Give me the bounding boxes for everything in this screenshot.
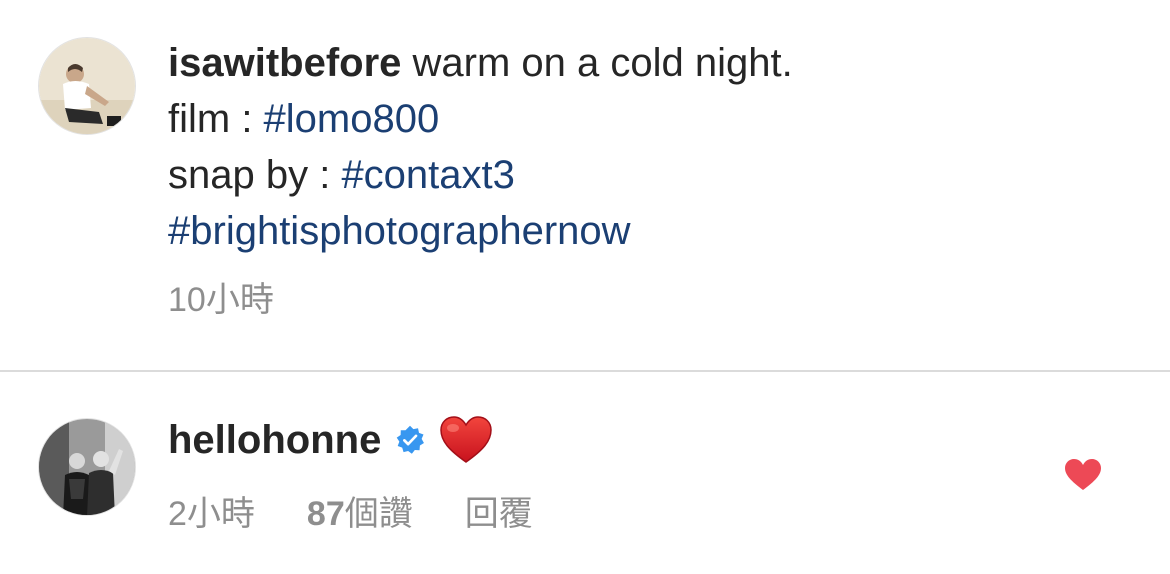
caption-line-2: film : #lomo800	[168, 91, 793, 147]
comment-likes[interactable]: 87個讚	[307, 494, 413, 534]
comment-username[interactable]: hellohonne	[168, 412, 381, 468]
profile-photo-icon	[39, 38, 135, 134]
caption-line-3: snap by : #contaxt3	[168, 147, 793, 203]
comment-row: hellohonne 2小時 87個讚 回覆	[0, 372, 1170, 574]
heart-filled-icon[interactable]	[1064, 458, 1102, 492]
caption-text: isawitbefore warm on a cold night. film …	[168, 35, 793, 259]
likes-count: 87	[306, 495, 345, 533]
caption-meta: 10小時	[168, 280, 274, 320]
likes-unit: 個讚	[344, 495, 413, 533]
profile-photo-icon	[39, 419, 135, 515]
caption-timestamp: 10小時	[168, 281, 274, 319]
reply-button[interactable]: 回覆	[465, 494, 533, 534]
verified-badge-icon	[397, 425, 425, 454]
red-heart-emoji-icon	[440, 416, 493, 463]
comment-avatar[interactable]	[38, 418, 136, 516]
snap-label: snap by :	[168, 153, 342, 197]
caption-line-4: #brightisphotographernow	[168, 203, 793, 259]
caption-block: isawitbefore warm on a cold night. film …	[0, 0, 1170, 370]
film-label: film :	[168, 97, 264, 141]
caption-avatar[interactable]	[38, 37, 136, 135]
caption-line-1: isawitbefore warm on a cold night.	[168, 35, 793, 91]
hashtag-contaxt3[interactable]: #contaxt3	[341, 153, 514, 197]
caption-body-text: warm on a cold night.	[401, 41, 793, 85]
comment-meta: 2小時 87個讚 回覆	[168, 494, 585, 534]
hashtag-brightisphotographernow[interactable]: #brightisphotographernow	[168, 209, 631, 253]
comment-timestamp: 2小時	[168, 495, 255, 533]
comment-content-line: hellohonne	[168, 412, 493, 468]
hashtag-lomo800[interactable]: #lomo800	[264, 97, 440, 141]
caption-username[interactable]: isawitbefore	[168, 41, 401, 85]
